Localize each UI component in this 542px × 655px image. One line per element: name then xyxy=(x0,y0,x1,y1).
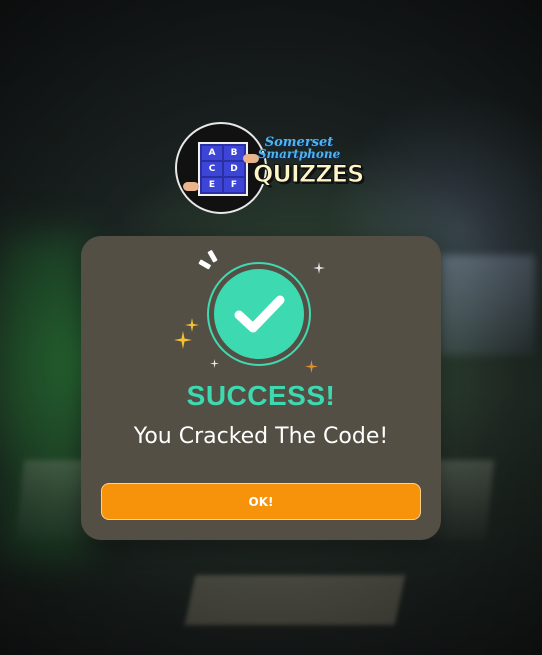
hand-icon xyxy=(183,182,199,191)
logo-grid-cell: B xyxy=(224,146,244,160)
sparkle-icon xyxy=(313,262,325,274)
logo-grid-cell: E xyxy=(202,178,222,192)
check-circle-fill xyxy=(214,269,304,359)
logo-grid-cell: F xyxy=(224,178,244,192)
sparkle-icon xyxy=(210,359,219,368)
quiz-background: A B C D E F Somerset Smartphone QUIZZES xyxy=(0,0,542,655)
success-message: You Cracked The Code! xyxy=(133,424,389,449)
success-title: SUCCESS! xyxy=(186,380,336,411)
somerset-smartphone-quizzes-logo: A B C D E F Somerset Smartphone QUIZZES xyxy=(175,122,365,218)
success-dialog: SUCCESS! You Cracked The Code! OK! xyxy=(81,236,441,540)
logo-letter-grid: A B C D E F xyxy=(198,142,248,196)
logo-grid-cell: D xyxy=(224,162,244,176)
logo-wordmark: Somerset Smartphone QUIZZES xyxy=(253,136,365,188)
logo-grid-cell: C xyxy=(202,162,222,176)
sparkle-icon xyxy=(185,318,199,332)
logo-line-quizzes: QUIZZES xyxy=(253,160,365,188)
logo-grid-cell: A xyxy=(202,146,222,160)
sparkle-icon xyxy=(305,360,318,373)
checkmark-icon xyxy=(234,295,285,333)
sparkle-icon xyxy=(174,331,192,349)
ok-button[interactable]: OK! xyxy=(101,483,421,520)
check-circle-icon xyxy=(207,262,311,366)
